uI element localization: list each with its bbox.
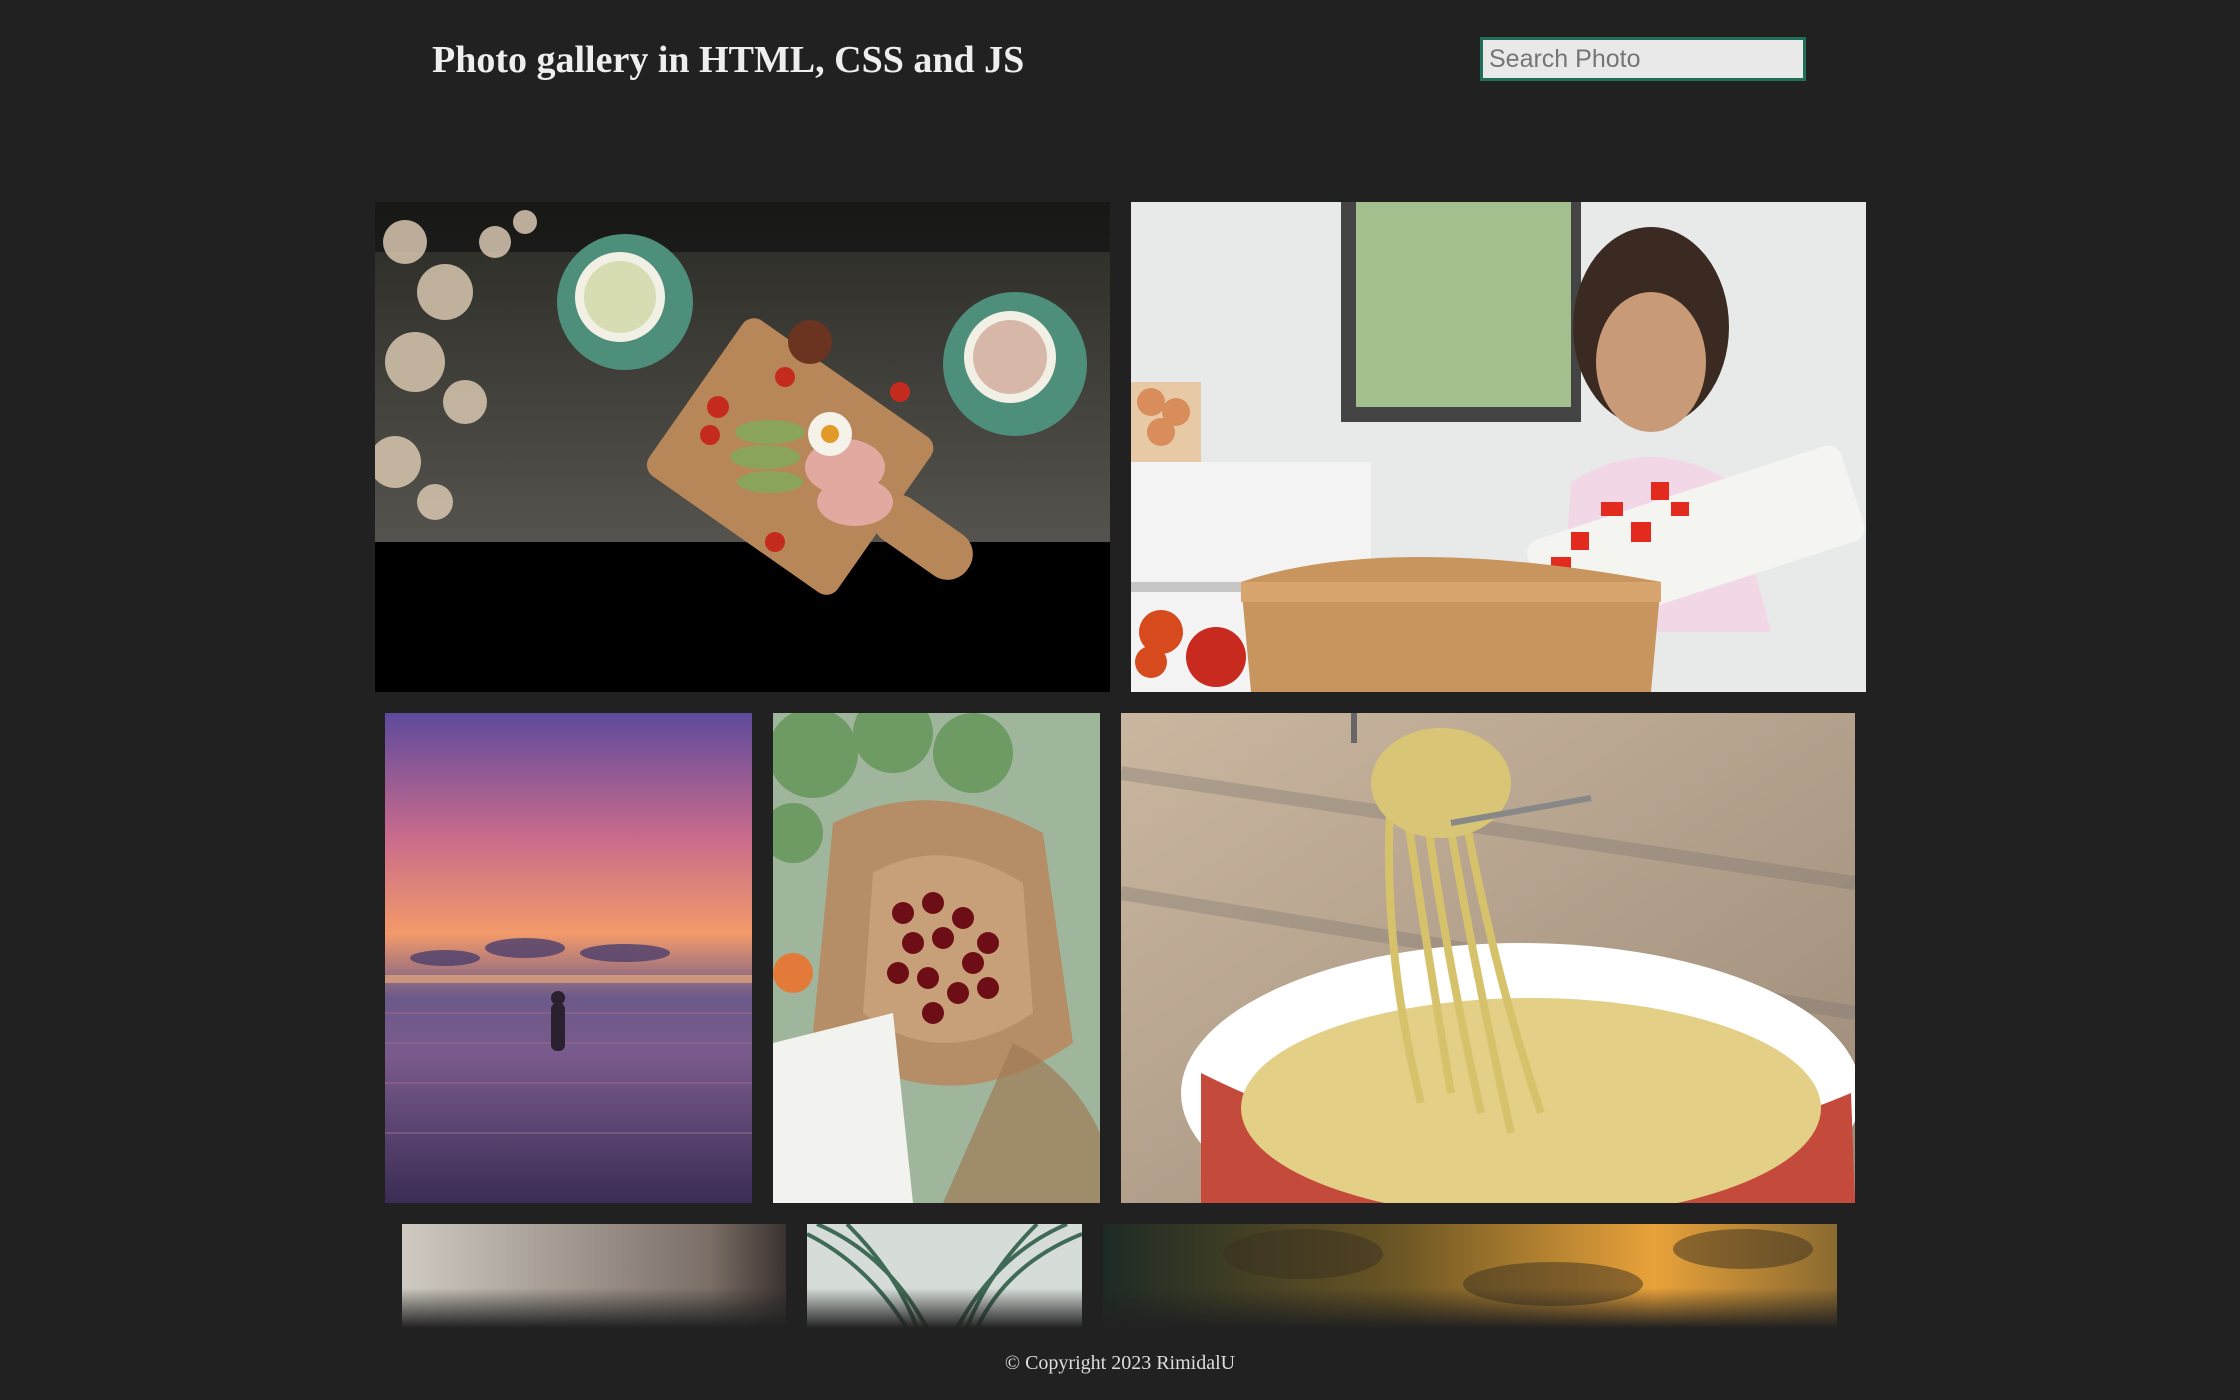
photo-breakfast-board[interactable] [375, 202, 1110, 692]
breakfast-board-image [375, 202, 1110, 692]
pasta-fork-image [1121, 713, 1855, 1203]
photo-palm-leaves[interactable] [807, 1224, 1082, 1328]
photo-girl-cooking[interactable] [1131, 202, 1866, 692]
photo-cherries-bag[interactable] [773, 713, 1100, 1203]
photo-blurry-interior[interactable] [402, 1224, 786, 1328]
cherries-bag-image [773, 713, 1100, 1203]
girl-cooking-image [1131, 202, 1866, 692]
photo-sunset-sea[interactable] [385, 713, 752, 1203]
copyright-footer: © Copyright 2023 RimidalU [1004, 1352, 1236, 1374]
page-title: Photo gallery in HTML, CSS and JS [432, 39, 1025, 81]
sunset-sea-image [385, 713, 752, 1203]
search-input[interactable] [1480, 37, 1806, 81]
photo-pasta-fork[interactable] [1121, 713, 1855, 1203]
photo-cloudy-sky[interactable] [1103, 1224, 1837, 1328]
